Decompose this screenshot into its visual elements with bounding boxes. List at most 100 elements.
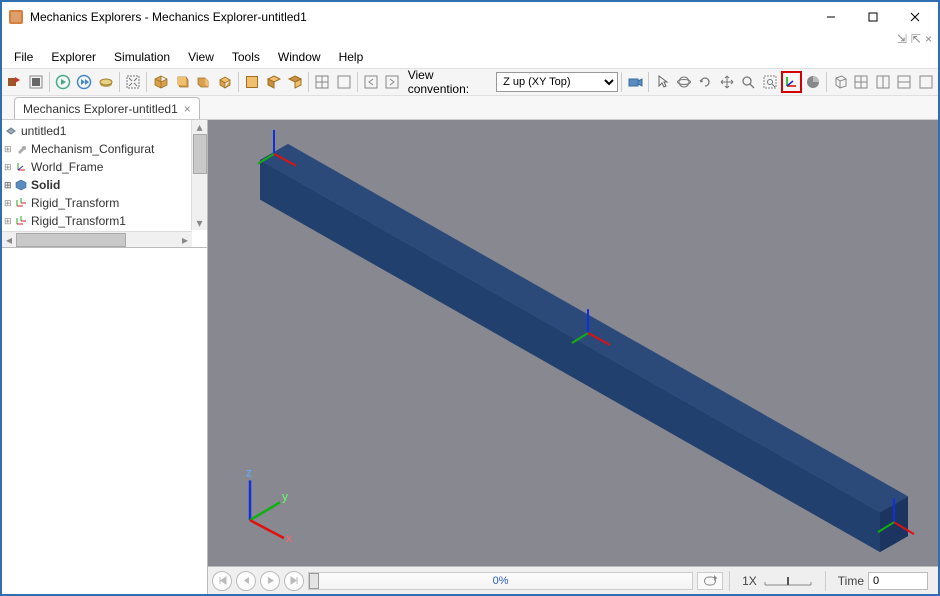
properties-panel xyxy=(2,248,207,594)
tabstrip: Mechanics Explorer-untitled1 × xyxy=(2,96,938,120)
pan-icon[interactable] xyxy=(717,71,737,93)
right-view-icon[interactable] xyxy=(263,71,283,93)
fit-view-icon[interactable] xyxy=(123,71,143,93)
tree-label: Rigid_Transform1 xyxy=(31,214,126,228)
prev-frame-button[interactable] xyxy=(236,571,256,591)
time-slider[interactable]: 0% xyxy=(308,572,693,590)
single-view-icon[interactable] xyxy=(334,71,354,93)
separator xyxy=(357,72,358,92)
menu-explorer[interactable]: Explorer xyxy=(43,48,104,66)
toggle-mass-icon[interactable] xyxy=(803,71,823,93)
tree-label: Mechanism_Configurat xyxy=(31,142,154,156)
tree-root[interactable]: untitled1 xyxy=(2,122,207,140)
record-icon[interactable] xyxy=(96,71,116,93)
expand-icon[interactable]: ⊞ xyxy=(4,216,14,227)
scroll-down-icon[interactable]: ▾ xyxy=(192,216,207,230)
wireframe-icon[interactable] xyxy=(830,71,850,93)
speed-label: 1X xyxy=(742,574,757,588)
tree-vscrollbar[interactable]: ▴▾ xyxy=(191,120,207,230)
separator xyxy=(648,72,649,92)
tree-node[interactable]: ⊞ Rigid_Transform1 xyxy=(2,212,207,230)
menu-file[interactable]: File xyxy=(6,48,41,66)
view-convention-select[interactable]: Z up (XY Top) xyxy=(496,72,618,92)
expand-icon[interactable]: ⊞ xyxy=(4,180,14,191)
scroll-thumb[interactable] xyxy=(193,134,207,174)
top-view-icon[interactable] xyxy=(215,71,235,93)
model-tree[interactable]: untitled1 ⊞ Mechanism_Configurat ⊞ World_F… xyxy=(2,120,207,248)
grid-view-icon[interactable] xyxy=(851,71,871,93)
play-icon[interactable] xyxy=(53,71,73,93)
bottom-view-icon[interactable] xyxy=(285,71,305,93)
transform-icon xyxy=(14,214,28,228)
menubar: File Explorer Simulation View Tools Wind… xyxy=(2,46,938,68)
separator xyxy=(119,72,120,92)
camera-icon[interactable] xyxy=(625,71,645,93)
minimize-button[interactable] xyxy=(810,3,852,31)
zoom-icon[interactable] xyxy=(738,71,758,93)
next-icon[interactable] xyxy=(382,71,402,93)
speed-slider[interactable] xyxy=(763,575,813,587)
tree-root-label: untitled1 xyxy=(21,124,66,138)
scroll-right-icon[interactable]: ▸ xyxy=(178,233,192,247)
scroll-thumb[interactable] xyxy=(16,233,126,247)
separator xyxy=(308,72,309,92)
menu-window[interactable]: Window xyxy=(270,48,329,66)
menu-tools[interactable]: Tools xyxy=(224,48,268,66)
wrench-icon xyxy=(14,142,28,156)
fast-play-icon[interactable] xyxy=(74,71,94,93)
separator xyxy=(238,72,239,92)
split-v-icon[interactable] xyxy=(894,71,914,93)
tree-node-selected[interactable]: ⊞Solid xyxy=(2,176,207,194)
tab-close-icon[interactable]: × xyxy=(184,102,191,116)
toolbar: View convention: Z up (XY Top) xyxy=(2,68,938,96)
front-view-icon[interactable] xyxy=(172,71,192,93)
tree-label: World_Frame xyxy=(31,160,103,174)
full-view-icon[interactable] xyxy=(916,71,936,93)
pointer-icon[interactable] xyxy=(652,71,672,93)
side-view-icon[interactable] xyxy=(193,71,213,93)
zoom-region-icon[interactable] xyxy=(760,71,780,93)
separator xyxy=(825,571,826,591)
tree-node[interactable]: ⊞ World_Frame xyxy=(2,158,207,176)
cube-icon xyxy=(14,178,28,192)
speed-control[interactable]: 1X xyxy=(736,574,819,588)
tab-label: Mechanics Explorer-untitled1 xyxy=(23,102,178,116)
scroll-left-icon[interactable]: ◂ xyxy=(2,233,16,247)
slider-thumb[interactable] xyxy=(309,573,319,589)
dock-expand-icon[interactable]: ⇱ xyxy=(911,32,921,46)
scroll-up-icon[interactable]: ▴ xyxy=(192,120,207,134)
menu-help[interactable]: Help xyxy=(331,48,372,66)
tree-node[interactable]: ⊞Rigid_Transform xyxy=(2,194,207,212)
refresh-icon[interactable] xyxy=(25,71,45,93)
expand-icon[interactable]: ⊞ xyxy=(4,162,14,173)
tree-node[interactable]: ⊞ Mechanism_Configurat xyxy=(2,140,207,158)
tab-explorer[interactable]: Mechanics Explorer-untitled1 × xyxy=(14,97,200,119)
first-frame-button[interactable] xyxy=(212,571,232,591)
close-button[interactable] xyxy=(894,3,936,31)
loop-button[interactable] xyxy=(697,572,723,590)
menu-simulation[interactable]: Simulation xyxy=(106,48,178,66)
prev-icon[interactable] xyxy=(361,71,381,93)
dock-close-icon[interactable]: × xyxy=(925,32,932,46)
transform-icon xyxy=(14,196,28,210)
four-view-icon[interactable] xyxy=(312,71,332,93)
time-input[interactable] xyxy=(868,572,928,590)
maximize-button[interactable] xyxy=(852,3,894,31)
next-frame-button[interactable] xyxy=(284,571,304,591)
3d-viewport[interactable]: z y x xyxy=(208,120,938,566)
expand-icon[interactable]: ⊞ xyxy=(4,198,14,209)
titlebar: Mechanics Explorers - Mechanics Explorer… xyxy=(2,2,938,32)
dock-collapse-icon[interactable]: ⇲ xyxy=(897,32,907,46)
tree-hscrollbar[interactable]: ◂▸ xyxy=(2,231,192,247)
back-view-icon[interactable] xyxy=(242,71,262,93)
update-model-icon[interactable] xyxy=(4,71,24,93)
iso-view-icon[interactable] xyxy=(150,71,170,93)
split-h-icon[interactable] xyxy=(873,71,893,93)
roll-icon[interactable] xyxy=(695,71,715,93)
menu-view[interactable]: View xyxy=(180,48,222,66)
expand-icon[interactable]: ⊞ xyxy=(4,144,14,155)
orbit-icon[interactable] xyxy=(674,71,694,93)
toggle-frames-icon[interactable] xyxy=(781,71,802,93)
separator xyxy=(49,72,50,92)
play-button[interactable] xyxy=(260,571,280,591)
